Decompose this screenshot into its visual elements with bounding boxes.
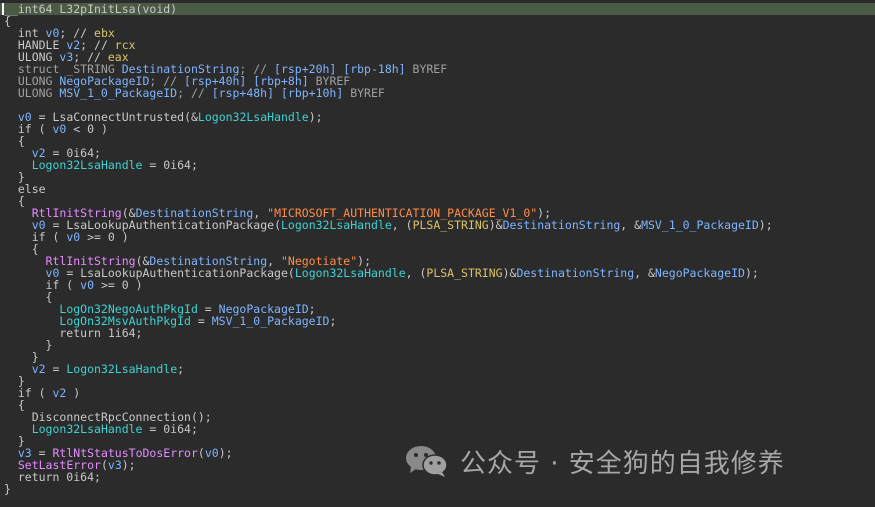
code-line[interactable]: } xyxy=(4,339,875,351)
pseudocode-editor[interactable]: __int64 L32pInitLsa(void){ int v0; // eb… xyxy=(0,0,875,507)
code-line[interactable]: if ( v0 >= 0 ) xyxy=(4,231,875,243)
code-line[interactable]: v0 = LsaLookupAuthenticationPackage(Logo… xyxy=(4,219,875,231)
code-line[interactable]: } xyxy=(4,171,875,183)
code-line-function-signature[interactable]: __int64 L32pInitLsa(void) xyxy=(0,3,875,15)
code-line[interactable]: Logon32LsaHandle = 0i64; xyxy=(4,159,875,171)
code-line[interactable]: } xyxy=(4,483,875,495)
code-line[interactable]: HANDLE v2; // rcx xyxy=(4,39,875,51)
code-line[interactable]: Logon32LsaHandle = 0i64; xyxy=(4,423,875,435)
code-line[interactable]: ULONG MSV_1_0_PackageID; // [rsp+48h] [r… xyxy=(4,87,875,99)
code-line[interactable]: if ( v0 < 0 ) xyxy=(4,123,875,135)
code-line[interactable]: else xyxy=(4,183,875,195)
watermark-text: 公众号 · 安全狗的自我修养 xyxy=(460,448,785,479)
code-line[interactable]: { xyxy=(4,135,875,147)
pseudocode-listing[interactable]: __int64 L32pInitLsa(void){ int v0; // eb… xyxy=(0,3,875,495)
watermark: 公众号 · 安全狗的自我修养 xyxy=(404,444,785,479)
wechat-icon xyxy=(406,446,448,477)
code-line[interactable]: } xyxy=(4,375,875,387)
code-line[interactable]: return 1i64; xyxy=(4,327,875,339)
code-line[interactable]: v0 = LsaConnectUntrusted(&Logon32LsaHand… xyxy=(4,111,875,123)
code-line[interactable]: { xyxy=(4,15,875,27)
code-line[interactable]: if ( v0 >= 0 ) xyxy=(4,279,875,291)
code-line[interactable]: v2 = Logon32LsaHandle; xyxy=(4,363,875,375)
code-line[interactable]: if ( v2 ) xyxy=(4,387,875,399)
